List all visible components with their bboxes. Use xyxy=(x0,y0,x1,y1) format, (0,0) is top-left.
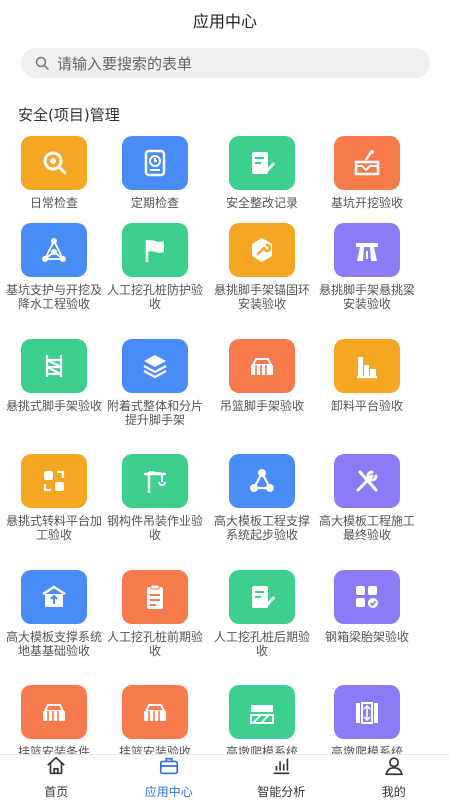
app-item[interactable]: 定期检查 xyxy=(105,136,205,210)
scaffold-icon xyxy=(21,339,87,393)
tab-label: 我的 xyxy=(381,785,406,799)
section-title: 安全(项目)管理 xyxy=(18,106,120,124)
app-label: 卸料平台验收 xyxy=(330,399,403,413)
app-label: 高大模板支撑系统地基基础验收 xyxy=(6,630,103,658)
app-label: 悬挑脚手架悬挑梁安装验收 xyxy=(319,283,416,311)
app-label: 高大模板工程支撑系统起步验收 xyxy=(214,514,311,542)
basket-icon xyxy=(122,685,188,739)
app-item[interactable]: 钢构件吊装作业验收 xyxy=(105,454,205,542)
tab-bar: 首页 应用中心 智能分析 我的 xyxy=(0,754,450,800)
app-item[interactable]: 高大模板支撑系统地基基础验收 xyxy=(4,570,104,658)
app-item[interactable]: 高墩爬模系统 xyxy=(212,685,312,756)
app-label: 人工挖孔桩前期验收 xyxy=(107,630,204,658)
app-label: 高大模板工程施工最终验收 xyxy=(319,514,416,542)
clock-doc-icon xyxy=(122,136,188,190)
app-item[interactable]: 悬挑式转料平台加工验收 xyxy=(4,454,104,542)
formwork-icon xyxy=(229,685,295,739)
app-item[interactable]: 基坑开挖验收 xyxy=(317,136,417,210)
user-icon xyxy=(382,755,406,781)
shovel-pit-icon xyxy=(334,136,400,190)
app-item[interactable]: 人工挖孔桩前期验收 xyxy=(105,570,205,658)
app-label: 安全整改记录 xyxy=(225,196,298,210)
app-label: 人工挖孔桩防护验收 xyxy=(107,283,204,311)
crane-icon xyxy=(122,454,188,508)
app-label: 钢箱梁胎架验收 xyxy=(324,630,409,644)
flag-icon xyxy=(122,223,188,277)
app-label: 吊篮脚手架验收 xyxy=(219,399,304,413)
app-label: 人工挖孔桩后期验收 xyxy=(214,630,311,658)
tab-bar-chart[interactable]: 智能分析 xyxy=(225,755,338,800)
search-bar[interactable]: 请输入要搜索的表单 xyxy=(21,48,430,78)
transfer-icon xyxy=(21,454,87,508)
app-item[interactable]: 人工挖孔桩防护验收 xyxy=(105,223,205,311)
home-icon xyxy=(44,755,68,781)
app-label: 定期检查 xyxy=(130,196,179,210)
edit-doc-icon xyxy=(229,570,295,624)
app-grid: 日常检查 定期检查 安全整改记录 基坑开挖验收基坑支护与开挖及降水工程验收 人工挖孔桩防… xyxy=(0,136,450,756)
search-input[interactable]: 请输入要搜索的表单 xyxy=(57,53,192,74)
tab-user[interactable]: 我的 xyxy=(338,755,450,800)
tools-icon xyxy=(334,454,400,508)
app-item[interactable]: 吊篮脚手架验收 xyxy=(212,339,312,413)
basket-icon xyxy=(229,339,295,393)
app-item[interactable]: 悬挑式脚手架验收 xyxy=(4,339,104,413)
app-item[interactable]: 悬挑脚手架锚固环安装验收 xyxy=(212,223,312,311)
app-item[interactable]: 基坑支护与开挖及降水工程验收 xyxy=(4,223,104,311)
app-label: 钢构件吊装作业验收 xyxy=(107,514,204,542)
clipboard-icon xyxy=(122,570,188,624)
app-label: 日常检查 xyxy=(29,196,78,210)
app-item[interactable]: 悬挑脚手架悬挑梁安装验收 xyxy=(317,223,417,311)
app-item[interactable]: 挂篮安装条件 xyxy=(4,685,104,756)
search-icon xyxy=(35,56,49,70)
search-magnifier-icon xyxy=(21,136,87,190)
app-item[interactable]: 高大模板工程施工最终验收 xyxy=(317,454,417,542)
grid-check-icon xyxy=(334,570,400,624)
edit-doc-icon xyxy=(229,136,295,190)
page-title: 应用中心 xyxy=(192,12,257,31)
app-label: 基坑支护与开挖及降水工程验收 xyxy=(6,283,103,311)
app-label: 悬挑式转料平台加工验收 xyxy=(6,514,103,542)
bar-chart-icon xyxy=(269,755,293,781)
app-item[interactable]: 挂篮安装验收 xyxy=(105,685,205,756)
tab-label: 应用中心 xyxy=(144,785,193,799)
wrench-badge-icon xyxy=(229,223,295,277)
foundation-icon xyxy=(21,570,87,624)
road-icon xyxy=(334,223,400,277)
tab-home[interactable]: 首页 xyxy=(0,755,113,800)
app-item[interactable]: 卸料平台验收 xyxy=(317,339,417,413)
platform-icon xyxy=(334,339,400,393)
app-item[interactable]: 钢箱梁胎架验收 xyxy=(317,570,417,644)
app-label: 附着式整体和分片提升脚手架 xyxy=(107,399,204,427)
tab-label: 智能分析 xyxy=(257,785,306,799)
app-item[interactable]: 人工挖孔桩后期验收 xyxy=(212,570,312,658)
app-item[interactable]: 日常检查 xyxy=(4,136,104,210)
basket-icon xyxy=(21,685,87,739)
nodes-icon xyxy=(229,454,295,508)
header: 应用中心 xyxy=(0,0,450,40)
app-item[interactable]: 安全整改记录 xyxy=(212,136,312,210)
network-icon xyxy=(21,223,87,277)
app-item[interactable]: 高大模板工程支撑系统起步验收 xyxy=(212,454,312,542)
tab-briefcase[interactable]: 应用中心 xyxy=(113,755,226,800)
climb-icon xyxy=(334,685,400,739)
layers-icon xyxy=(122,339,188,393)
tab-label: 首页 xyxy=(44,785,69,799)
app-item[interactable]: 附着式整体和分片提升脚手架 xyxy=(105,339,205,427)
app-label: 基坑开挖验收 xyxy=(330,196,403,210)
app-item[interactable]: 高墩爬模系统 xyxy=(317,685,417,756)
briefcase-icon xyxy=(157,755,181,781)
app-label: 悬挑脚手架锚固环安装验收 xyxy=(214,283,311,311)
app-label: 悬挑式脚手架验收 xyxy=(6,399,103,413)
